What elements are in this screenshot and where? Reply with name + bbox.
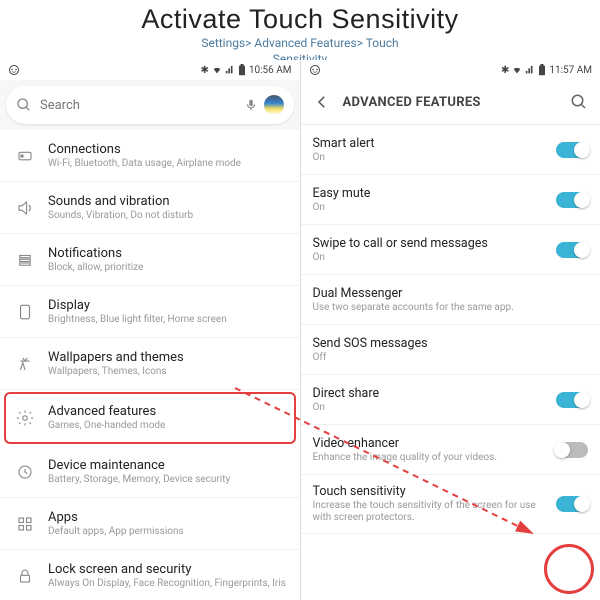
advanced-list: Smart alertOn Easy muteOn Swipe to call …: [301, 124, 600, 600]
apps-icon: [10, 515, 40, 533]
adv-item-sos[interactable]: Send SOS messagesOff: [301, 325, 600, 375]
status-bar: ✱ 10:56 AM: [0, 60, 300, 80]
settings-item-maintenance[interactable]: Device maintenanceBattery, Storage, Memo…: [0, 446, 300, 498]
display-icon: [10, 303, 40, 321]
search-icon[interactable]: [570, 93, 588, 111]
status-time: 10:56 AM: [249, 65, 292, 76]
settings-item-lock[interactable]: Lock screen and securityAlways On Displa…: [0, 550, 300, 600]
adv-item-direct-share[interactable]: Direct shareOn: [301, 375, 600, 425]
battery-icon: [538, 64, 546, 76]
avatar[interactable]: [264, 95, 284, 115]
wifi-icon: [512, 65, 522, 75]
toggle-easy-mute[interactable]: [556, 192, 588, 208]
page-header: Activate Touch Sensitivity Settings> Adv…: [0, 0, 600, 69]
wallpaper-icon: [10, 355, 40, 373]
settings-item-connections[interactable]: ConnectionsWi-Fi, Bluetooth, Data usage,…: [0, 130, 300, 182]
adv-item-video-enhancer[interactable]: Video enhancerEnhance the image quality …: [301, 425, 600, 475]
advanced-title: ADVANCED FEATURES: [343, 95, 571, 110]
settings-item-wallpapers[interactable]: Wallpapers and themesWallpapers, Themes,…: [0, 338, 300, 390]
sound-icon: [10, 199, 40, 217]
battery-icon: [238, 64, 246, 76]
settings-list: ConnectionsWi-Fi, Bluetooth, Data usage,…: [0, 130, 300, 600]
adv-item-easy-mute[interactable]: Easy muteOn: [301, 175, 600, 225]
wifi-icon: [212, 65, 222, 75]
signal-icon: [225, 65, 235, 75]
adv-item-dual-messenger[interactable]: Dual MessengerUse two separate accounts …: [301, 275, 600, 325]
search-icon: [16, 97, 32, 113]
status-time: 11:57 AM: [549, 65, 592, 76]
toggle-touch-sensitivity[interactable]: [556, 496, 588, 512]
search-input[interactable]: [40, 98, 238, 113]
adv-item-swipe-call[interactable]: Swipe to call or send messagesOn: [301, 225, 600, 275]
phone-advanced: ✱ 11:57 AM ADVANCED FEATURES Smart alert…: [301, 60, 600, 600]
bluetooth-icon: ✱: [501, 65, 509, 76]
notifications-icon: [10, 251, 40, 269]
connections-icon: [10, 147, 40, 165]
settings-item-sounds[interactable]: Sounds and vibrationSounds, Vibration, D…: [0, 182, 300, 234]
phone-settings: ✱ 10:56 AM ConnectionsWi-Fi, Bluetooth, …: [0, 60, 301, 600]
toggle-smart-alert[interactable]: [556, 142, 588, 158]
advanced-icon: [10, 409, 40, 427]
settings-item-apps[interactable]: AppsDefault apps, App permissions: [0, 498, 300, 550]
maintenance-icon: [10, 463, 40, 481]
lock-icon: [10, 567, 40, 585]
adv-item-touch-sensitivity[interactable]: Touch sensitivityIncrease the touch sens…: [301, 475, 600, 534]
reddit-icon: [309, 64, 321, 76]
status-bar: ✱ 11:57 AM: [301, 60, 600, 80]
settings-item-notifications[interactable]: NotificationsBlock, allow, prioritize: [0, 234, 300, 286]
toggle-video-enhancer[interactable]: [556, 442, 588, 458]
settings-item-display[interactable]: DisplayBrightness, Blue light filter, Ho…: [0, 286, 300, 338]
settings-item-advanced[interactable]: Advanced featuresGames, One-handed mode: [4, 392, 296, 444]
adv-item-smart-alert[interactable]: Smart alertOn: [301, 125, 600, 175]
search-bar[interactable]: [6, 86, 294, 124]
page-title: Activate Touch Sensitivity: [0, 4, 600, 35]
toggle-swipe-call[interactable]: [556, 242, 588, 258]
back-icon[interactable]: [313, 93, 331, 111]
page-header-bar: ADVANCED FEATURES: [301, 80, 600, 124]
mic-icon[interactable]: [244, 98, 258, 112]
toggle-direct-share[interactable]: [556, 392, 588, 408]
reddit-icon: [8, 64, 20, 76]
signal-icon: [525, 65, 535, 75]
bluetooth-icon: ✱: [200, 65, 208, 76]
